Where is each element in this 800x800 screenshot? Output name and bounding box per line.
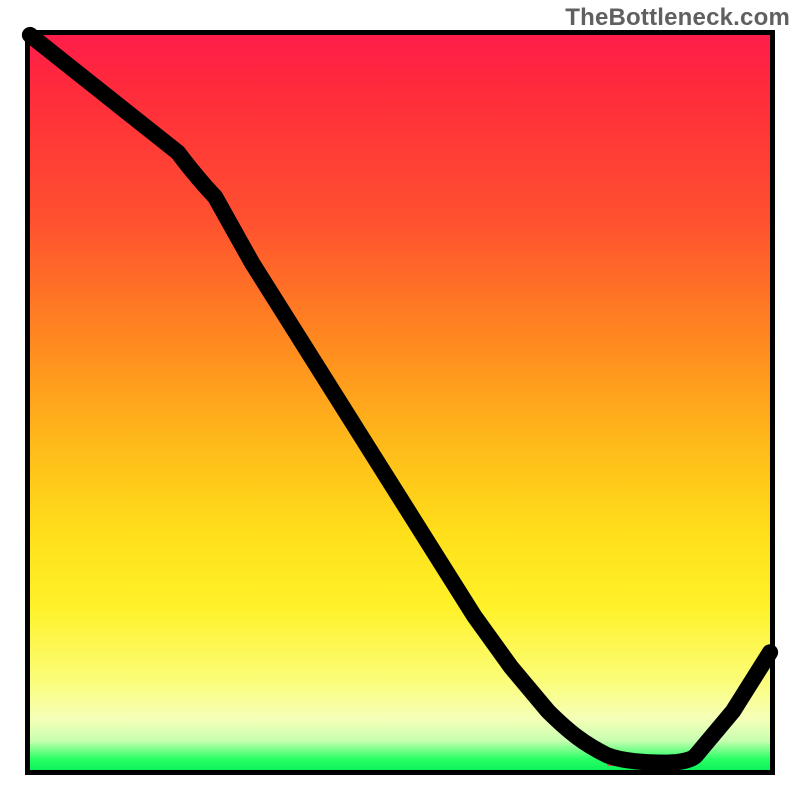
line-curve <box>30 35 770 770</box>
chart-container: TheBottleneck.com <box>0 0 800 800</box>
plot-frame <box>25 30 775 775</box>
curve-path <box>30 35 770 763</box>
watermark-text: TheBottleneck.com <box>565 4 790 32</box>
